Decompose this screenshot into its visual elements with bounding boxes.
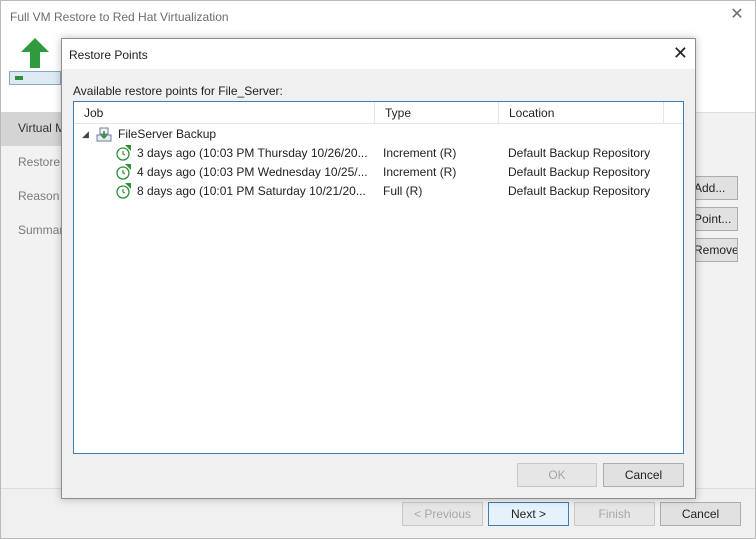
- restore-point-clock-icon: [116, 183, 131, 199]
- column-header-job[interactable]: Job: [74, 102, 375, 124]
- list-header: Job Type Location: [74, 102, 683, 124]
- step-virtual-machines[interactable]: Virtual Machines: [1, 112, 63, 146]
- restore-point-type: Full (R): [383, 184, 423, 198]
- ok-button[interactable]: OK: [517, 463, 597, 487]
- restore-point-date: 4 days ago (10:03 PM Wednesday 10/25/...: [137, 165, 368, 179]
- remove-button-label: Remove: [694, 243, 738, 257]
- dialog-close-icon[interactable]: ✕: [673, 44, 688, 62]
- collapse-triangle-icon[interactable]: ◢: [82, 125, 89, 144]
- step-summary[interactable]: Summary: [1, 214, 63, 248]
- add-button[interactable]: Add...: [691, 176, 738, 200]
- restore-point-location: Default Backup Repository: [508, 165, 651, 179]
- step-restore-mode[interactable]: Restore Mode: [1, 146, 63, 180]
- next-button[interactable]: Next >: [488, 502, 569, 526]
- restore-point-row[interactable]: 8 days ago (10:01 PM Saturday 10/21/20..…: [74, 182, 683, 201]
- finish-button[interactable]: Finish: [574, 502, 655, 526]
- restore-points-list[interactable]: Job Type Location ◢ FileServer Backup 3 …: [73, 101, 684, 454]
- restore-point-location: Default Backup Repository: [508, 184, 651, 198]
- restore-point-location: Default Backup Repository: [508, 146, 651, 160]
- dialog-cancel-button[interactable]: Cancel: [603, 463, 684, 487]
- wizard-steps: Virtual Machines Restore Mode Reason Sum…: [1, 112, 63, 248]
- restore-points-dialog: Restore Points ✕ Available restore point…: [61, 38, 696, 499]
- restore-point-clock-icon: [116, 164, 131, 180]
- dialog-titlebar: Restore Points ✕: [62, 39, 695, 69]
- restore-point-clock-icon: [116, 145, 131, 161]
- job-row[interactable]: ◢ FileServer Backup: [74, 125, 683, 144]
- step-reason[interactable]: Reason: [1, 180, 63, 214]
- remove-button[interactable]: Remove: [691, 238, 738, 262]
- job-name: FileServer Backup: [118, 127, 217, 141]
- restore-point-type: Increment (R): [383, 165, 457, 179]
- restore-point-type: Increment (R): [383, 146, 457, 160]
- restore-arrow-icon: [21, 38, 49, 68]
- wizard-close-icon[interactable]: ✕: [729, 7, 745, 23]
- restore-point-row[interactable]: 3 days ago (10:03 PM Thursday 10/26/20..…: [74, 144, 683, 163]
- dialog-title: Restore Points: [69, 48, 148, 62]
- wizard-title: Full VM Restore to Red Hat Virtualizatio…: [10, 10, 229, 24]
- restore-point-row[interactable]: 4 days ago (10:03 PM Wednesday 10/25/...…: [74, 163, 683, 182]
- column-header-location[interactable]: Location: [499, 102, 664, 124]
- backup-job-icon: [96, 127, 112, 142]
- previous-button[interactable]: < Previous: [402, 502, 483, 526]
- restore-point-date: 3 days ago (10:03 PM Thursday 10/26/20..…: [137, 146, 368, 160]
- add-button-label: Add...: [694, 181, 726, 195]
- column-header-type[interactable]: Type: [375, 102, 499, 124]
- point-button[interactable]: Point...: [691, 207, 738, 231]
- restore-points-label: Available restore points for File_Server…: [73, 84, 283, 98]
- restore-point-date: 8 days ago (10:01 PM Saturday 10/21/20..…: [137, 184, 366, 198]
- wizard-cancel-button[interactable]: Cancel: [660, 502, 741, 526]
- wizard-progress-icon: [9, 71, 61, 85]
- point-button-label: Point...: [694, 212, 732, 226]
